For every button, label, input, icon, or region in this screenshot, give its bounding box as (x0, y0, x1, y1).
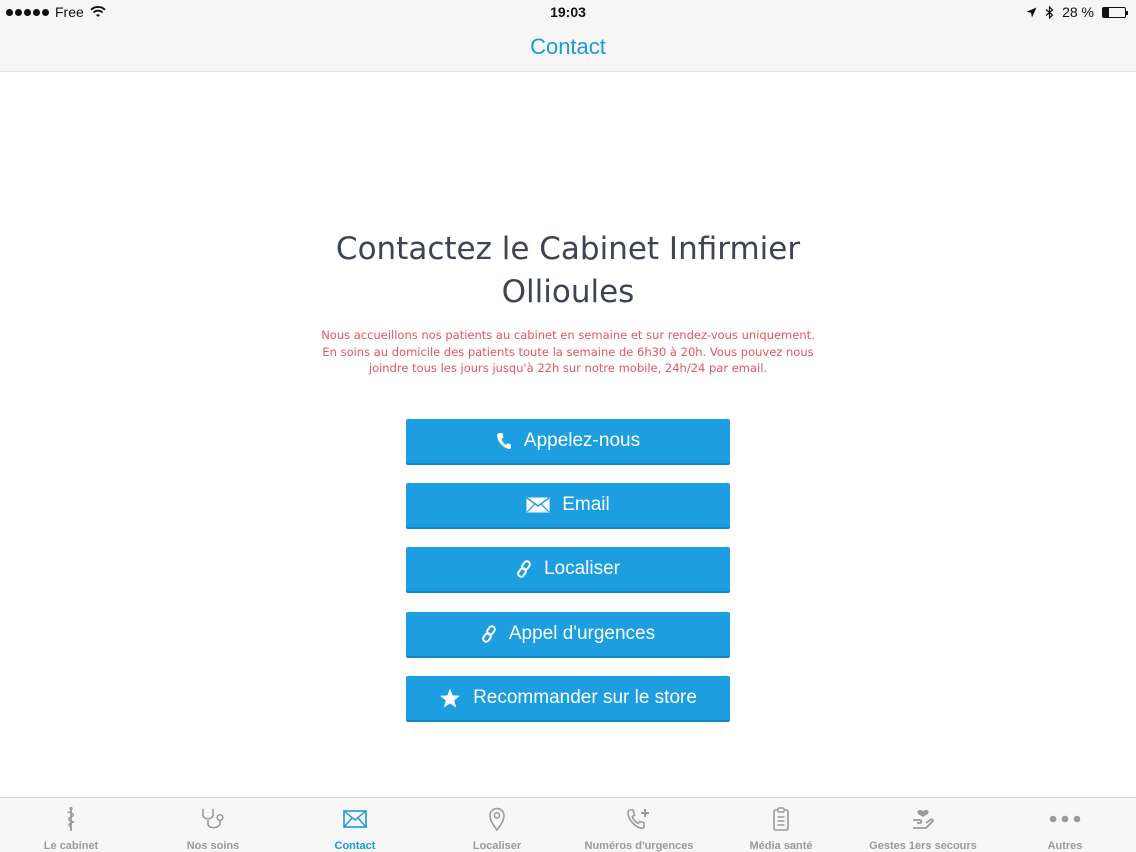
tab-label: Numéros d'urgences (584, 840, 694, 852)
locate-label: Localiser (543, 558, 621, 579)
clipboard-icon (773, 807, 789, 831)
tab-gestes-secours[interactable]: Gestes 1ers secours (852, 798, 994, 852)
contact-heading: Contactez le Cabinet Infirmier Ollioules (335, 231, 801, 310)
tab-bar: Le cabinet Nos soins Contact Localiser N… (0, 797, 1136, 852)
battery-icon (1102, 6, 1128, 18)
emergency-call-label: Appel d'urgences (508, 623, 656, 644)
status-time: 19:03 (550, 4, 586, 20)
tab-label: Localiser (472, 840, 522, 852)
link-icon (517, 560, 531, 578)
tab-le-cabinet[interactable]: Le cabinet (0, 798, 142, 852)
phone-icon (496, 433, 511, 450)
emergency-call-button[interactable]: Appel d'urgences (406, 612, 730, 656)
tab-numeros-urgences[interactable]: Numéros d'urgences (568, 798, 710, 852)
map-pin-icon (489, 807, 505, 831)
link-icon (482, 625, 496, 643)
location-arrow-icon (1026, 7, 1037, 17)
call-us-label: Appelez-nous (523, 430, 641, 451)
email-label: Email (562, 494, 610, 515)
tab-label: Contact (334, 840, 376, 852)
tab-media-sante[interactable]: Média santé (710, 798, 852, 852)
hand-heart-icon (913, 809, 934, 829)
battery-level (1103, 7, 1110, 17)
top-bar: Free 19:03 28 % Contact (0, 0, 1136, 72)
tab-nos-soins[interactable]: Nos soins (142, 798, 284, 852)
bluetooth-icon (1045, 5, 1054, 19)
envelope-icon (526, 497, 550, 513)
star-icon (440, 688, 461, 708)
tab-label: Gestes 1ers secours (869, 840, 977, 852)
caduceus-icon (67, 806, 75, 831)
contact-description: Nous accueillons nos patients au cabinet… (321, 328, 815, 375)
status-bar: Free 19:03 28 % (0, 0, 1136, 24)
tab-contact[interactable]: Contact (284, 798, 426, 852)
status-right: 28 % (1026, 4, 1128, 20)
tab-label: Média santé (749, 840, 813, 852)
tab-label: Nos soins (186, 840, 240, 852)
recommend-store-button[interactable]: Recommander sur le store (406, 676, 730, 720)
call-us-button[interactable]: Appelez-nous (406, 419, 730, 463)
phone-plus-icon (627, 809, 649, 830)
more-dots-icon (1049, 815, 1081, 823)
recommend-store-label: Recommander sur le store (473, 687, 697, 708)
tab-autres[interactable]: Autres (994, 798, 1136, 852)
envelope-icon (343, 810, 367, 828)
tab-label: Le cabinet (43, 840, 99, 852)
stethoscope-icon (202, 809, 224, 829)
page-title: Contact (530, 34, 606, 59)
tab-localiser[interactable]: Localiser (426, 798, 568, 852)
tab-label: Autres (1047, 840, 1083, 852)
locate-button[interactable]: Localiser (406, 547, 730, 591)
battery-percentage: 28 % (1062, 4, 1094, 20)
email-button[interactable]: Email (406, 483, 730, 527)
